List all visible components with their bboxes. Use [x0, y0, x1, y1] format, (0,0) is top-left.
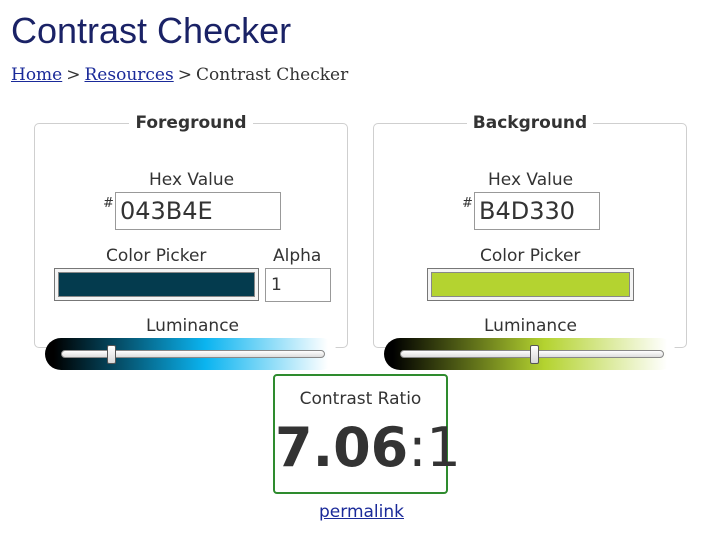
background-color-picker[interactable] [427, 268, 634, 301]
contrast-ratio-suffix: :1 [408, 416, 461, 479]
foreground-color-picker[interactable] [54, 268, 259, 301]
foreground-luminance-label: Luminance [146, 316, 240, 336]
breadcrumb-current: Contrast Checker [195, 65, 349, 85]
background-luminance-slider-handle[interactable] [530, 345, 540, 364]
background-hex-label: Hex Value [488, 170, 574, 190]
foreground-hash-symbol: # [103, 196, 114, 211]
breadcrumb-separator: > [177, 65, 192, 85]
foreground-panel: Foreground Hex Value # 043B4E Color Pick… [34, 113, 348, 370]
background-color-picker-label: Color Picker [480, 246, 581, 266]
breadcrumb-separator: > [66, 65, 81, 85]
foreground-luminance-slider-handle[interactable] [106, 345, 116, 364]
foreground-alpha-label: Alpha [273, 246, 322, 266]
background-panel: Background Hex Value # B4D330 Color Pick… [373, 113, 687, 370]
background-hash-symbol: # [462, 196, 473, 211]
contrast-ratio-box: Contrast Ratio 7.06:1 [273, 374, 461, 494]
contrast-ratio-label: Contrast Ratio [299, 389, 422, 409]
foreground-luminance-slider-track[interactable] [61, 350, 325, 358]
foreground-alpha-input[interactable]: 1 [265, 268, 331, 302]
foreground-legend: Foreground [135, 113, 247, 133]
breadcrumb-resources-link[interactable]: Resources [85, 65, 174, 85]
breadcrumb-home-link[interactable]: Home [11, 65, 62, 85]
background-hex-input[interactable]: B4D330 [474, 192, 600, 230]
foreground-color-picker-label: Color Picker [106, 246, 207, 266]
foreground-hex-input[interactable]: 043B4E [115, 192, 281, 230]
contrast-ratio-number: 7.06 [275, 416, 409, 479]
background-color-swatch [431, 272, 630, 297]
permalink-link[interactable]: permalink [319, 502, 404, 522]
breadcrumb: Home > Resources > Contrast Checker [11, 65, 348, 85]
page-title: Contrast Checker [11, 10, 292, 51]
foreground-color-swatch [58, 272, 255, 297]
contrast-ratio-value: 7.06:1 [275, 416, 461, 479]
background-luminance-label: Luminance [484, 316, 578, 336]
background-legend: Background [472, 113, 588, 133]
foreground-hex-label: Hex Value [149, 170, 235, 190]
